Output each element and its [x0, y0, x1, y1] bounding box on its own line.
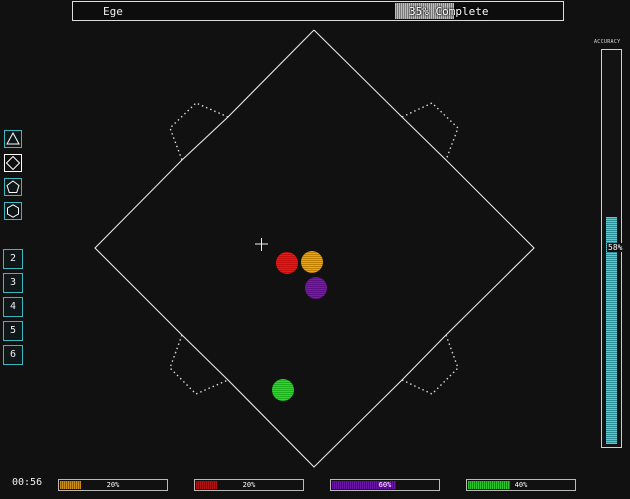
crosshair-icon	[255, 238, 268, 251]
board-outline	[94, 29, 535, 468]
orange-progress-bar: 20%	[58, 479, 168, 491]
timer: 00:56	[12, 477, 43, 488]
green-ball[interactable]	[272, 379, 294, 401]
orange-ball[interactable]	[301, 251, 323, 273]
red-progress-bar: 20%	[194, 479, 304, 491]
dotted-notch-top-right	[401, 102, 459, 161]
diamond-tool-button[interactable]	[4, 154, 22, 172]
dotted-notch-bottom-left	[169, 334, 229, 395]
game-screen: Ege 35% Complete 2 3 4 5 6 00:56 ACCURAC…	[0, 0, 630, 499]
accuracy-label: ACCURACY	[594, 39, 621, 45]
accuracy-value: 58%	[607, 243, 624, 252]
game-board[interactable]	[0, 0, 630, 499]
number-button-6[interactable]: 6	[3, 345, 23, 365]
red-progress-label: 20%	[242, 481, 256, 489]
purple-progress-label: 60%	[378, 481, 392, 489]
number-button-5[interactable]: 5	[3, 321, 23, 341]
hexagon-icon	[7, 204, 19, 218]
orange-progress-label: 20%	[106, 481, 120, 489]
number-button-3[interactable]: 3	[3, 273, 23, 293]
dotted-notch-top-left	[169, 102, 229, 161]
green-progress-bar: 40%	[466, 479, 576, 491]
number-button-4[interactable]: 4	[3, 297, 23, 317]
purple-ball[interactable]	[305, 277, 327, 299]
green-progress-label: 40%	[514, 481, 528, 489]
red-ball[interactable]	[276, 252, 298, 274]
purple-progress-bar: 60%	[330, 479, 440, 491]
number-button-2[interactable]: 2	[3, 249, 23, 269]
hexagon-tool-button[interactable]	[4, 202, 22, 220]
triangle-tool-button[interactable]	[4, 130, 22, 148]
dotted-notch-bottom-right	[401, 334, 459, 395]
pentagon-tool-button[interactable]	[4, 178, 22, 196]
diamond-icon	[6, 156, 20, 170]
triangle-icon	[6, 132, 20, 145]
pentagon-icon	[6, 180, 20, 193]
